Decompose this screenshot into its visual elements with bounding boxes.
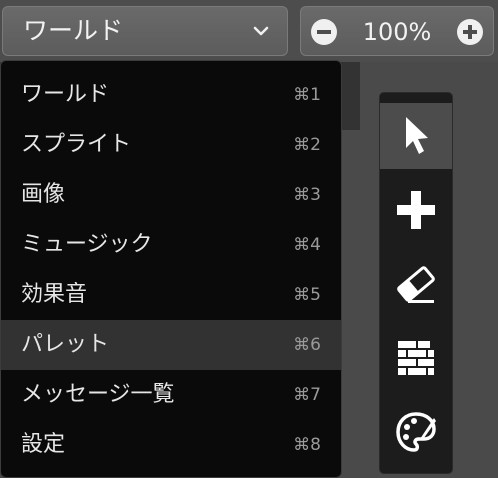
menu-item-label: ミュージック — [21, 232, 153, 257]
menu-item-settings[interactable]: 設定 ⌘8 — [1, 420, 341, 470]
menu-item-label: ワールド — [21, 82, 110, 107]
menu-item-shortcut: ⌘5 — [293, 285, 321, 305]
menu-item-image[interactable]: 画像 ⌘3 — [1, 170, 341, 220]
zoom-control: 100% — [300, 6, 494, 56]
menu-item-shortcut: ⌘6 — [293, 335, 321, 355]
plus-circle-icon — [463, 25, 477, 39]
palette-icon — [396, 412, 436, 452]
menu-item-palette[interactable]: パレット ⌘6 — [1, 320, 341, 370]
view-select-dropdown[interactable]: ワールド — [2, 6, 288, 56]
menu-item-label: 効果音 — [21, 282, 88, 307]
menu-item-sound-effects[interactable]: 効果音 ⌘5 — [1, 270, 341, 320]
cursor-arrow-icon — [406, 117, 428, 154]
select-tool-button[interactable] — [380, 103, 452, 169]
menu-item-label: 画像 — [21, 182, 66, 207]
chevron-down-icon — [253, 26, 269, 36]
tool-palette — [379, 92, 453, 474]
menu-item-label: スプライト — [21, 132, 132, 157]
menu-item-shortcut: ⌘7 — [293, 385, 321, 405]
minus-circle-icon — [317, 30, 331, 34]
menu-item-label: パレット — [21, 332, 110, 357]
eraser-tool-button[interactable] — [380, 251, 452, 317]
menu-item-label: メッセージ一覧 — [21, 382, 175, 407]
tiles-tool-button[interactable] — [380, 325, 452, 391]
brick-wall-icon — [398, 341, 434, 375]
menu-item-shortcut: ⌘4 — [293, 235, 321, 255]
menu-item-shortcut: ⌘1 — [293, 85, 321, 105]
palette-tool-button[interactable] — [380, 399, 452, 465]
eraser-icon — [397, 266, 435, 303]
menu-item-shortcut: ⌘2 — [293, 135, 321, 155]
menu-item-world[interactable]: ワールド ⌘1 — [1, 70, 341, 120]
view-select-label: ワールド — [23, 16, 124, 45]
plus-icon — [397, 191, 435, 229]
menu-item-shortcut: ⌘3 — [293, 185, 321, 205]
zoom-in-button[interactable] — [457, 19, 483, 45]
zoom-out-button[interactable] — [311, 19, 337, 45]
zoom-value: 100% — [362, 18, 432, 46]
top-toolbar: ワールド 100% — [0, 0, 498, 62]
menu-item-message-list[interactable]: メッセージ一覧 ⌘7 — [1, 370, 341, 420]
view-menu: ワールド ⌘1 スプライト ⌘2 画像 ⌘3 ミュージック ⌘4 効果音 ⌘5 … — [0, 60, 342, 478]
menu-item-sprite[interactable]: スプライト ⌘2 — [1, 120, 341, 170]
add-tool-button[interactable] — [380, 177, 452, 243]
menu-item-shortcut: ⌘8 — [293, 435, 321, 455]
menu-item-music[interactable]: ミュージック ⌘4 — [1, 220, 341, 270]
menu-item-label: 設定 — [21, 432, 66, 457]
